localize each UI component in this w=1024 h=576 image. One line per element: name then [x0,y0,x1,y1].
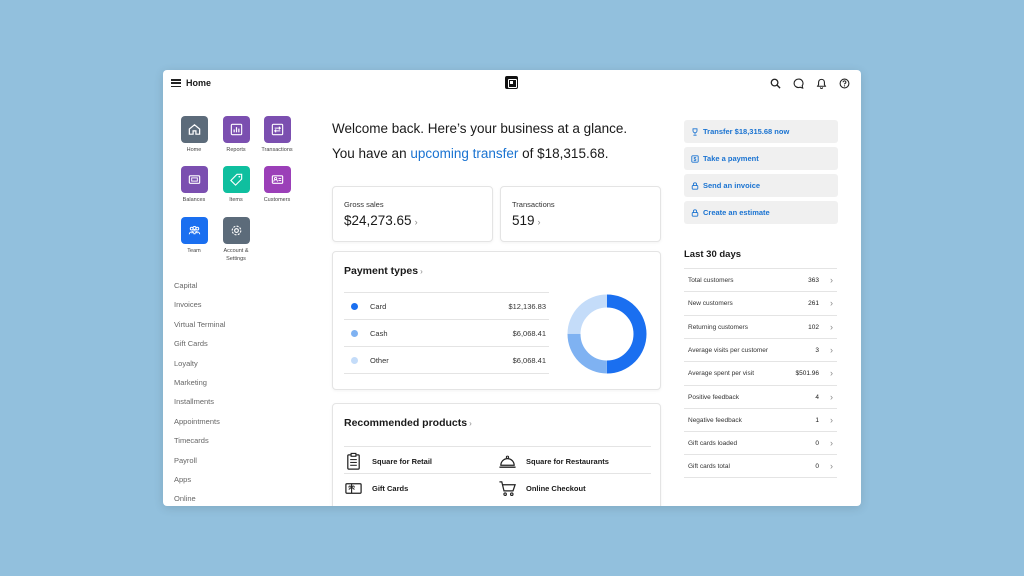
product-square-for-restaurants[interactable]: Square for Restaurants [498,450,609,472]
upcoming-transfer-link[interactable]: upcoming transfer [410,146,518,161]
welcome-heading: Welcome back. Here’s your business at a … [332,121,628,136]
page-title: Home [186,78,212,88]
take-payment-button[interactable]: $ Take a payment [684,147,838,170]
nav-tile-customers[interactable]: Customers [251,166,303,205]
chevron-right-icon: › [420,267,423,276]
help-icon[interactable] [839,78,850,89]
chevron-right-icon: › [830,368,833,379]
nav-tile-label: Transactions [261,147,293,153]
sidebar-item-virtual-terminal[interactable]: Virtual Terminal [174,318,294,337]
divider [344,373,549,374]
sidebar-item-capital[interactable]: Capital [174,279,294,298]
recommended-products-title[interactable]: Recommended products › [344,417,472,429]
create-estimate-button[interactable]: Create an estimate [684,201,838,224]
nav-tile-label: Account & Settings [223,248,249,262]
dollar-icon: $ [691,154,699,163]
transfer-now-button[interactable]: Transfer $18,315.68 now [684,120,838,143]
product-online-checkout[interactable]: Online Checkout [498,477,586,499]
square-logo[interactable] [505,76,518,89]
sidebar-item-online[interactable]: Online [174,492,294,506]
gross-sales-card[interactable]: Gross sales $24,273.65 › [332,186,493,242]
recommended-row: Gift Cards Online Checkout [344,473,651,500]
transactions-value: 519 › [512,213,541,228]
payment-type-row: Other $6,068.41 [344,346,549,373]
sidebar-item-loyalty[interactable]: Loyalty [174,357,294,376]
sidebar-item-installments[interactable]: Installments [174,395,294,414]
stat-returning-customers[interactable]: Returning customers 102 › [684,314,837,338]
chevron-right-icon: › [830,298,833,309]
payment-type-row: Cash $6,068.41 [344,319,549,346]
last-30-days-title: Last 30 days [684,249,742,260]
stat-gift-cards-loaded[interactable]: Gift cards loaded 0 › [684,431,837,454]
gross-sales-value: $24,273.65 › [344,213,418,228]
chevron-right-icon: › [830,414,833,425]
stat-new-customers[interactable]: New customers 261 › [684,291,837,314]
legend-dot [351,330,358,337]
sidebar-item-gift-cards[interactable]: Gift Cards [174,337,294,356]
bell-icon[interactable] [816,78,827,89]
contact-card-icon [263,166,291,193]
sidebar-item-apps[interactable]: Apps [174,473,294,492]
bar-chart-icon [222,116,250,143]
gross-sales-label: Gross sales [344,200,384,209]
chevron-right-icon: › [537,217,541,227]
nav-tile-account-settings[interactable]: Account & Settings [210,217,262,263]
gift-card-icon [345,482,362,494]
search-icon[interactable] [770,78,781,89]
product-gift-cards[interactable]: Gift Cards [344,477,408,499]
legend-dot [351,357,358,364]
bank-card-icon [180,166,208,193]
payment-types-donut [567,294,647,374]
product-square-for-retail[interactable]: Square for Retail [344,450,432,472]
chevron-right-icon: › [830,321,833,332]
stat-negative-feedback[interactable]: Negative feedback 1 › [684,407,837,431]
nav-tile-label: Customers [263,197,291,203]
app-window: Home Home Reports Transactions Balances … [163,70,861,506]
chevron-right-icon: › [830,391,833,402]
chat-icon[interactable] [793,78,804,89]
cloche-icon [499,455,516,468]
payment-type-row: Card $12,136.83 [344,292,549,319]
cart-icon [499,480,516,496]
recommended-row: Square for Retail Square for Restaurants [344,446,651,473]
transfer-summary: You have an upcoming transfer of $18,315… [332,146,609,161]
stat-gift-cards-total[interactable]: Gift cards total 0 › [684,454,837,478]
stat-average-spent[interactable]: Average spent per visit $501.96 › [684,361,837,384]
sidebar-item-marketing[interactable]: Marketing [174,376,294,395]
send-invoice-button[interactable]: Send an invoice [684,174,838,197]
menu-icon[interactable] [171,78,181,88]
legend-dot [351,303,358,310]
chevron-right-icon: › [414,217,418,227]
team-icon [180,217,208,244]
recommended-products-card: Recommended products › Square for Retail … [332,403,661,506]
payment-types-title[interactable]: Payment types › [344,265,423,277]
tag-icon [222,166,250,193]
stat-total-customers[interactable]: Total customers 363 › [684,268,837,291]
home-icon [180,116,208,143]
sidebar-links: Capital Invoices Virtual Terminal Gift C… [174,279,294,506]
trophy-icon [692,127,698,136]
top-bar: Home [163,70,861,97]
stat-average-visits[interactable]: Average visits per customer 3 › [684,337,837,361]
chevron-right-icon: › [830,438,833,449]
chevron-right-icon: › [830,461,833,472]
nav-tile-transactions[interactable]: Transactions [251,116,303,155]
sidebar-item-appointments[interactable]: Appointments [174,415,294,434]
chevron-right-icon: › [830,344,833,355]
chevron-right-icon: › [469,419,472,428]
transactions-card[interactable]: Transactions 519 › [500,186,661,242]
transactions-label: Transactions [512,200,555,209]
payment-types-card: Payment types › Card $12,136.83 Cash $6,0… [332,251,661,390]
lock-icon [691,181,699,190]
transfer-icon [263,116,291,143]
stat-positive-feedback[interactable]: Positive feedback 4 › [684,384,837,408]
svg-text:$: $ [694,157,697,163]
clipboard-icon [347,452,360,470]
gear-icon [222,217,250,244]
lock-icon [691,208,699,217]
sidebar-item-payroll[interactable]: Payroll [174,454,294,473]
sidebar-item-timecards[interactable]: Timecards [174,434,294,453]
chevron-right-icon: › [830,275,833,285]
sidebar-item-invoices[interactable]: Invoices [174,298,294,317]
